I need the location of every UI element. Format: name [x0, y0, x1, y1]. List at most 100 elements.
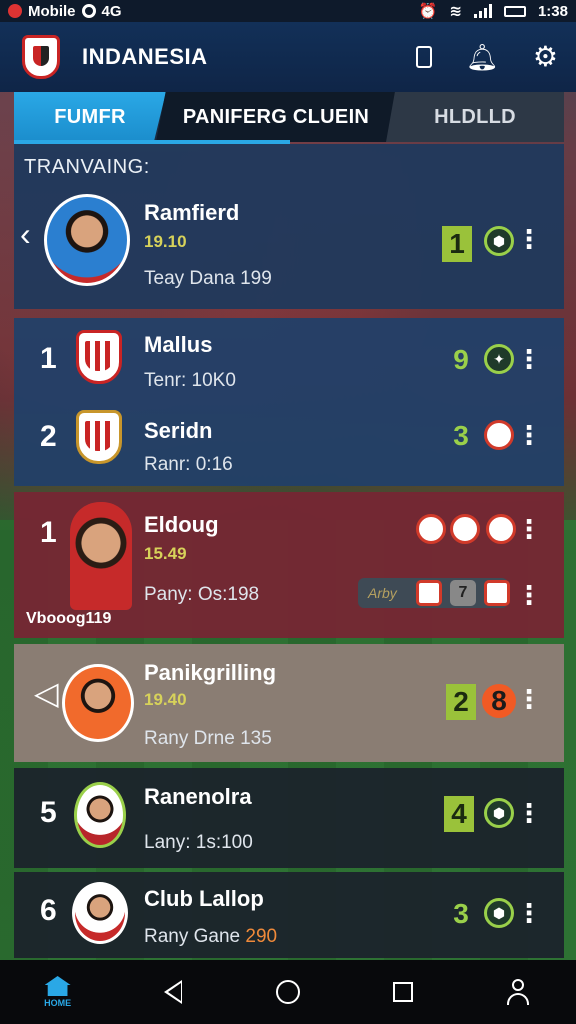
score-badge-secondary: 8 [482, 684, 516, 718]
rank: 5 [40, 796, 57, 829]
player-subtitle: Rany Drne 135 [144, 728, 272, 749]
club-badge-icon: ⬢ [484, 898, 514, 928]
app-bar: INDANESIA 🔔︎ ⚙ [0, 22, 576, 92]
player-name: Club Lallop [144, 886, 264, 911]
more-options-icon[interactable]: ⋮ [516, 346, 542, 372]
subtitle-text: Rany Gane [144, 926, 241, 947]
list-item[interactable]: 1 Mallus Tenr: 10K0 9 ✦ ⋮ 2 Seridn Ranr:… [14, 318, 564, 486]
list-item[interactable]: 6 Club Lallop Rany Gane 290 3 ⬢ ⋮ [14, 872, 564, 958]
player-name: Mallus [144, 332, 213, 357]
player-photo [70, 502, 132, 610]
player-subtitle: Lany: 1s:100 [144, 832, 253, 853]
chevron-left-icon[interactable]: ◁ [34, 674, 59, 712]
list-item[interactable]: 5 Ranenolra Lany: 1s:100 4 ⬢ ⋮ [14, 768, 564, 868]
score-badge: 3 [453, 898, 469, 929]
club-badge-icon: ✦ [484, 344, 514, 374]
club-badge-icon: ⬢ [484, 226, 514, 256]
rank: 2 [40, 420, 57, 453]
featured-value: 19.10 [144, 232, 187, 251]
featured-subtitle: Teay Dana 199 [144, 268, 272, 289]
player-subtitle: Tenr: 10K0 [144, 370, 236, 391]
tab-hldlld[interactable]: HLDLLD [386, 92, 564, 142]
avatar[interactable] [74, 782, 126, 848]
club-badge-icon [450, 514, 480, 544]
settings-gear-icon[interactable]: ⚙ [533, 43, 558, 71]
club-crest-icon [76, 410, 122, 464]
home-label: HOME [44, 998, 72, 1008]
more-options-icon[interactable]: ⋮ [516, 582, 542, 608]
tab-paniferg-clubin[interactable]: PANIFERG CLUEIN [156, 92, 396, 142]
player-value: 15.49 [144, 544, 187, 563]
score-badge: 2 [446, 684, 476, 720]
club-badge-icon [416, 580, 442, 606]
score-badge: 4 [444, 796, 474, 832]
player-value: 19.40 [144, 690, 187, 709]
back-triangle-icon [163, 980, 182, 1004]
list-item[interactable]: ◁ Panikgrilling 19.40 Rany Drne 135 2 8 … [14, 644, 564, 762]
tab-fumfr[interactable]: FUMFR [14, 92, 166, 142]
rank: 6 [40, 894, 57, 927]
player-subtitle: Ranr: 0:16 [144, 454, 233, 475]
nav-profile[interactable] [488, 962, 548, 1022]
featured-name: Ramfierd [144, 200, 240, 225]
player-name: Seridn [144, 418, 213, 443]
battery-icon [503, 5, 526, 17]
player-subtitle: Rany Gane 290 [144, 926, 277, 948]
player-name: Ranenolra [144, 784, 252, 809]
more-options-icon[interactable]: ⋮ [516, 422, 542, 448]
more-options-icon[interactable]: ⋮ [516, 686, 542, 712]
score-badge: 9 [453, 344, 469, 375]
player-name: Panikgrilling [144, 660, 277, 685]
nav-recents[interactable] [373, 962, 433, 1022]
nav-back[interactable] [143, 962, 203, 1022]
subtitle-highlight: 290 [245, 926, 278, 947]
notification-bell-icon[interactable]: 🔔︎ [466, 44, 499, 70]
small-score: 7 [450, 580, 476, 606]
recents-square-icon [393, 982, 414, 1002]
tab-bar: FUMFR PANIFERG CLUEIN HLDLLD [14, 92, 564, 142]
club-badge-icon: ⬢ [484, 798, 514, 828]
bottom-navigation: HOME [0, 960, 576, 1024]
club-badge-icon [416, 514, 446, 544]
featured-panel: TRANVAING: ‹ Ramfierd 19.10 Teay Dana 19… [14, 144, 564, 309]
nav-home-circle[interactable] [258, 962, 318, 1022]
rank: 1 [40, 516, 57, 549]
record-icon [81, 4, 96, 18]
score-badge: 3 [453, 420, 469, 451]
more-options-icon[interactable]: ⋮ [516, 226, 542, 252]
notification-icon [8, 4, 22, 18]
more-options-icon[interactable]: ⋮ [516, 800, 542, 826]
club-badge-icon [484, 580, 510, 606]
signal-icon [473, 4, 492, 18]
list-item[interactable]: 1 Eldoug 15.49 Pany: Os:198 ⋮ Arby 7 ⋮ V… [14, 492, 564, 638]
pill-label: Arby [368, 585, 397, 601]
home-icon [44, 976, 71, 996]
score-badge: 1 [442, 226, 472, 262]
chevron-left-icon[interactable]: ‹ [20, 216, 31, 253]
status-bar: Mobile 4G ⏰ ≋ 1:38 [0, 0, 576, 22]
rank: 1 [40, 342, 57, 375]
section-title: TRANVAING: [24, 156, 150, 178]
phone-icon[interactable] [415, 46, 432, 68]
club-logo-icon[interactable] [22, 35, 60, 79]
player-name: Eldoug [144, 512, 219, 537]
nav-home[interactable]: HOME [28, 962, 88, 1022]
carrier-label: Mobile [28, 2, 76, 20]
club-badge-icon [484, 420, 514, 450]
alarm-icon: ⏰ [418, 3, 438, 20]
app-title: INDANESIA [82, 44, 208, 69]
home-circle-icon [275, 980, 300, 1004]
avatar[interactable] [72, 882, 128, 944]
clock: 1:38 [537, 2, 568, 20]
wifi-icon: ≋ [449, 3, 462, 20]
avatar[interactable] [44, 194, 130, 286]
watermark-label: Vbooog119 [26, 610, 112, 627]
profile-person-icon [505, 979, 531, 1005]
club-badge-icon [486, 514, 516, 544]
avatar[interactable] [62, 664, 134, 742]
club-crest-icon [76, 330, 122, 384]
more-options-icon[interactable]: ⋮ [516, 900, 542, 926]
more-options-icon[interactable]: ⋮ [516, 516, 542, 542]
player-subtitle: Pany: Os:198 [144, 584, 260, 605]
sim-label: 4G [101, 2, 122, 20]
